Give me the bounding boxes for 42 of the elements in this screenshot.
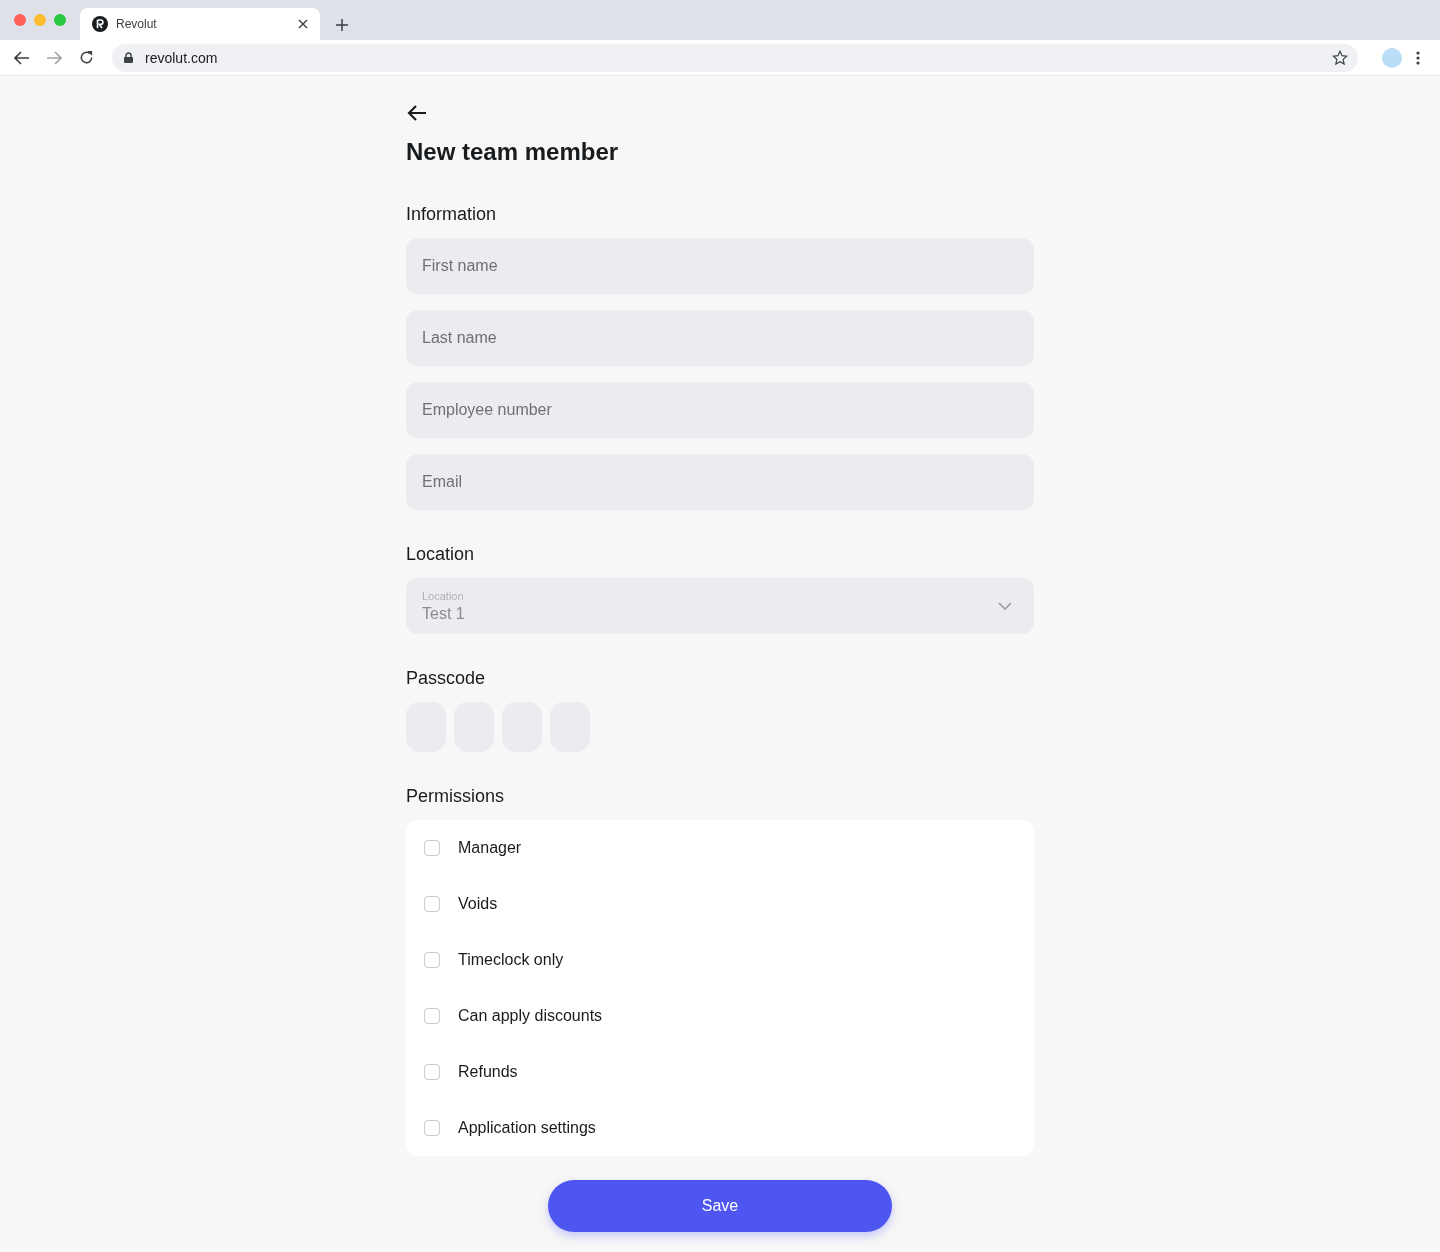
checkbox-label: Refunds (458, 1063, 518, 1081)
checkbox-label: Can apply discounts (458, 1007, 603, 1025)
section-heading: Passcode (406, 667, 487, 690)
browser-tab[interactable]: Revolut (80, 8, 320, 40)
back-icon[interactable] (14, 50, 30, 65)
section-heading: Information (406, 203, 498, 226)
reload-icon[interactable] (78, 50, 94, 65)
close-icon[interactable] (298, 19, 308, 29)
checkbox[interactable] (424, 1064, 440, 1080)
checkbox-label: Timeclock only (458, 951, 564, 969)
select-value: Test 1 (422, 604, 466, 623)
lock-icon (124, 52, 133, 63)
select-label: Location (422, 589, 465, 602)
text-field[interactable]: Last name (406, 310, 1034, 366)
star-icon[interactable] (1332, 49, 1348, 66)
checkbox[interactable] (424, 952, 440, 968)
page-title: New team member (406, 137, 620, 167)
checkbox[interactable] (424, 1008, 440, 1024)
forward-icon[interactable] (46, 50, 62, 65)
profile-avatar[interactable] (1382, 47, 1402, 68)
zoom-window-icon[interactable] (54, 14, 66, 26)
checkbox-label: Manager (458, 839, 522, 857)
section-heading: Permissions (406, 785, 506, 808)
new-tab-icon[interactable] (336, 19, 348, 31)
section-heading: Location (406, 543, 476, 566)
logo-icon (92, 16, 108, 32)
text-field[interactable]: Employee number (406, 382, 1034, 438)
menu-icon[interactable] (1416, 50, 1420, 65)
checkbox[interactable] (424, 1120, 440, 1136)
checkbox-label: Application settings (458, 1119, 596, 1137)
address-bar[interactable]: revolut.com (112, 43, 1358, 72)
checkbox[interactable] (424, 896, 440, 912)
close-window-icon[interactable] (14, 14, 26, 26)
minimize-window-icon[interactable] (34, 14, 46, 26)
text-field[interactable]: First name (406, 238, 1034, 294)
checkbox-label: Voids (458, 895, 498, 913)
chevron-down-icon (998, 602, 1012, 610)
back-arrow-icon[interactable] (406, 104, 428, 122)
save-button[interactable]: Save (548, 1180, 892, 1232)
url-text: revolut.com (145, 49, 219, 66)
text-field[interactable]: Email (406, 454, 1034, 510)
checkbox[interactable] (424, 840, 440, 856)
